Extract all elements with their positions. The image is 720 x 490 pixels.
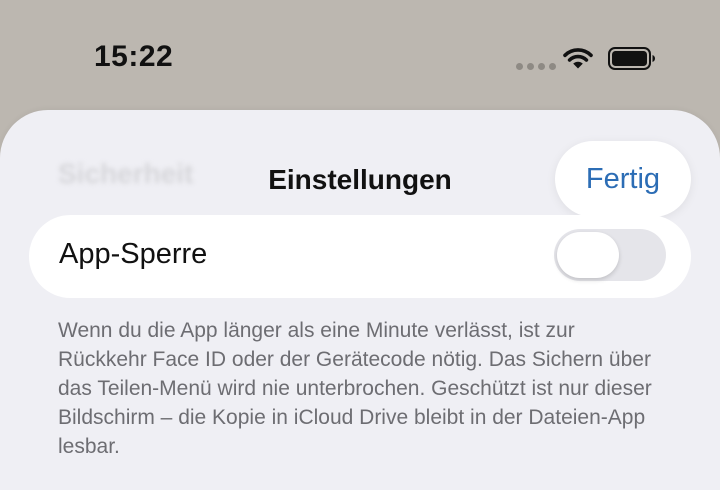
status-time: 15:22 — [94, 40, 174, 73]
app-lock-row: App-Sperre — [29, 215, 691, 298]
app-lock-label: App-Sperre — [59, 238, 208, 270]
toggle-knob — [557, 232, 619, 278]
settings-sheet: Sicherheit Einstellungen Fertig App-Sper… — [0, 110, 720, 490]
done-button[interactable]: Fertig — [555, 141, 691, 217]
cellular-icon — [516, 63, 556, 70]
battery-icon — [608, 47, 655, 70]
app-lock-footnote: Wenn du die App länger als eine Minute v… — [58, 319, 652, 458]
app-lock-toggle[interactable] — [554, 229, 666, 281]
wifi-icon — [563, 48, 593, 69]
status-bar: 15:22 — [0, 0, 720, 110]
